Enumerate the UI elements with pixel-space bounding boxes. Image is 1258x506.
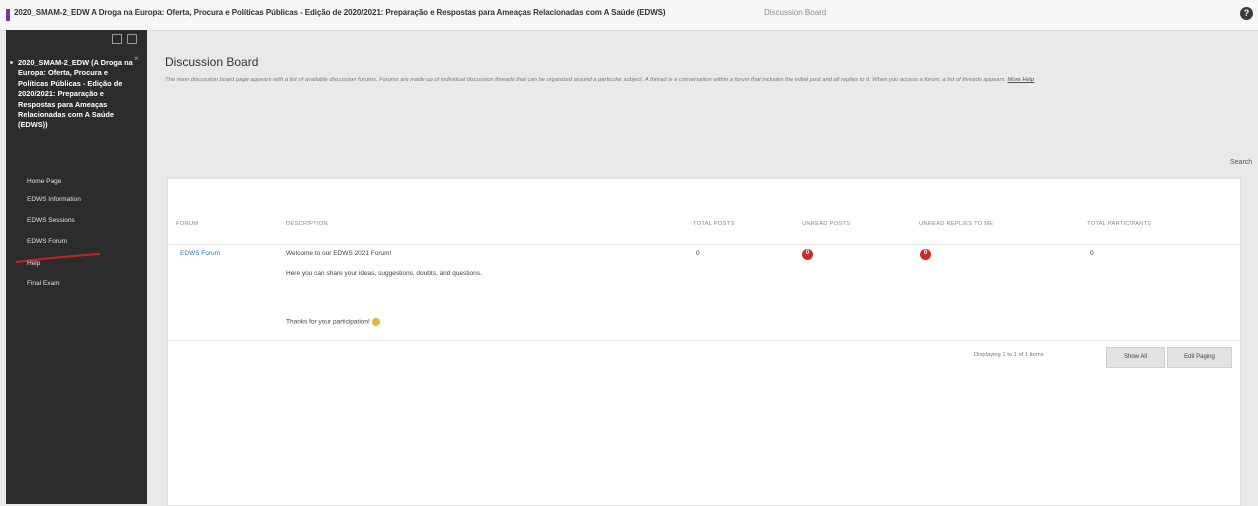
refresh-menu-icon[interactable] <box>127 34 137 44</box>
instructions-text: The main discussion board page appears w… <box>165 77 1006 83</box>
main-content: Discussion Board The main discussion boa… <box>147 30 1258 506</box>
row-divider <box>168 340 1240 341</box>
page-title: Discussion Board <box>165 55 259 69</box>
unread-replies-badge[interactable]: 0 <box>920 249 931 260</box>
page-instructions: The main discussion board page appears w… <box>165 75 1230 86</box>
total-posts-value: 0 <box>696 250 700 257</box>
breadcrumb-current: Discussion Board <box>764 8 827 17</box>
header-total-participants[interactable]: TOTAL PARTICIPANTS <box>1087 221 1151 227</box>
unread-posts-badge[interactable]: 0 <box>802 249 813 260</box>
header-forum[interactable]: FORUM <box>176 221 198 227</box>
thanks-text: Thanks for your participation! <box>286 318 370 326</box>
sidebar-item-edws-forum[interactable]: EDWS Forum <box>27 238 67 245</box>
course-bullet-icon <box>10 61 13 64</box>
header-unread-posts[interactable]: UNREAD POSTS <box>802 221 850 227</box>
help-icon[interactable]: ? <box>1240 7 1253 20</box>
course-sidebar: × 2020_SMAM-2_EDW (A Droga na Europa: Of… <box>6 30 147 504</box>
forum-description-line-3: Thanks for your participation! <box>286 318 380 326</box>
show-all-button[interactable]: Show All <box>1106 347 1165 368</box>
top-breadcrumb-bar: 2020_SMAM-2_EDW A Droga na Europa: Ofert… <box>0 0 1258 31</box>
smile-emoji-icon <box>371 318 380 326</box>
course-color-marker <box>6 9 10 21</box>
unread-replies-value: 0 <box>923 250 928 256</box>
header-divider <box>168 244 1240 245</box>
sidebar-item-final-exam[interactable]: Final Exam <box>27 280 60 287</box>
header-total-posts[interactable]: TOTAL POSTS <box>693 221 734 227</box>
more-help-link[interactable]: More Help <box>1008 77 1035 83</box>
total-participants-value: 0 <box>1090 250 1094 257</box>
search-link[interactable]: Search <box>1230 159 1252 166</box>
collapse-menu-icon[interactable] <box>112 34 122 44</box>
sidebar-item-help[interactable]: Help <box>27 260 40 267</box>
sidebar-item-home-page[interactable]: Home Page <box>27 178 61 185</box>
header-unread-replies[interactable]: UNREAD REPLIES TO ME <box>919 221 993 227</box>
edit-paging-button[interactable]: Edit Paging <box>1167 347 1232 368</box>
course-title[interactable]: 2020_SMAM-2_EDW (A Droga na Europa: Ofer… <box>18 58 140 131</box>
sidebar-item-edws-sessions[interactable]: EDWS Sessions <box>27 217 75 224</box>
forum-description-line-2: Here you can share your ideas, suggestio… <box>286 270 482 277</box>
header-description: DESCRIPTION <box>286 221 328 227</box>
unread-posts-value: 0 <box>805 250 810 256</box>
forum-table: FORUM DESCRIPTION TOTAL POSTS UNREAD POS… <box>167 178 1241 506</box>
forum-description-line-1: Welcome to our EDWS 2021 Forum! <box>286 250 392 257</box>
sidebar-item-edws-information[interactable]: EDWS Information <box>27 196 81 203</box>
breadcrumb-course[interactable]: 2020_SMAM-2_EDW A Droga na Europa: Ofert… <box>14 8 754 17</box>
pagination-display-count: Displaying 1 to 1 of 1 items <box>974 352 1044 358</box>
forum-link[interactable]: EDWS Forum <box>180 250 220 257</box>
